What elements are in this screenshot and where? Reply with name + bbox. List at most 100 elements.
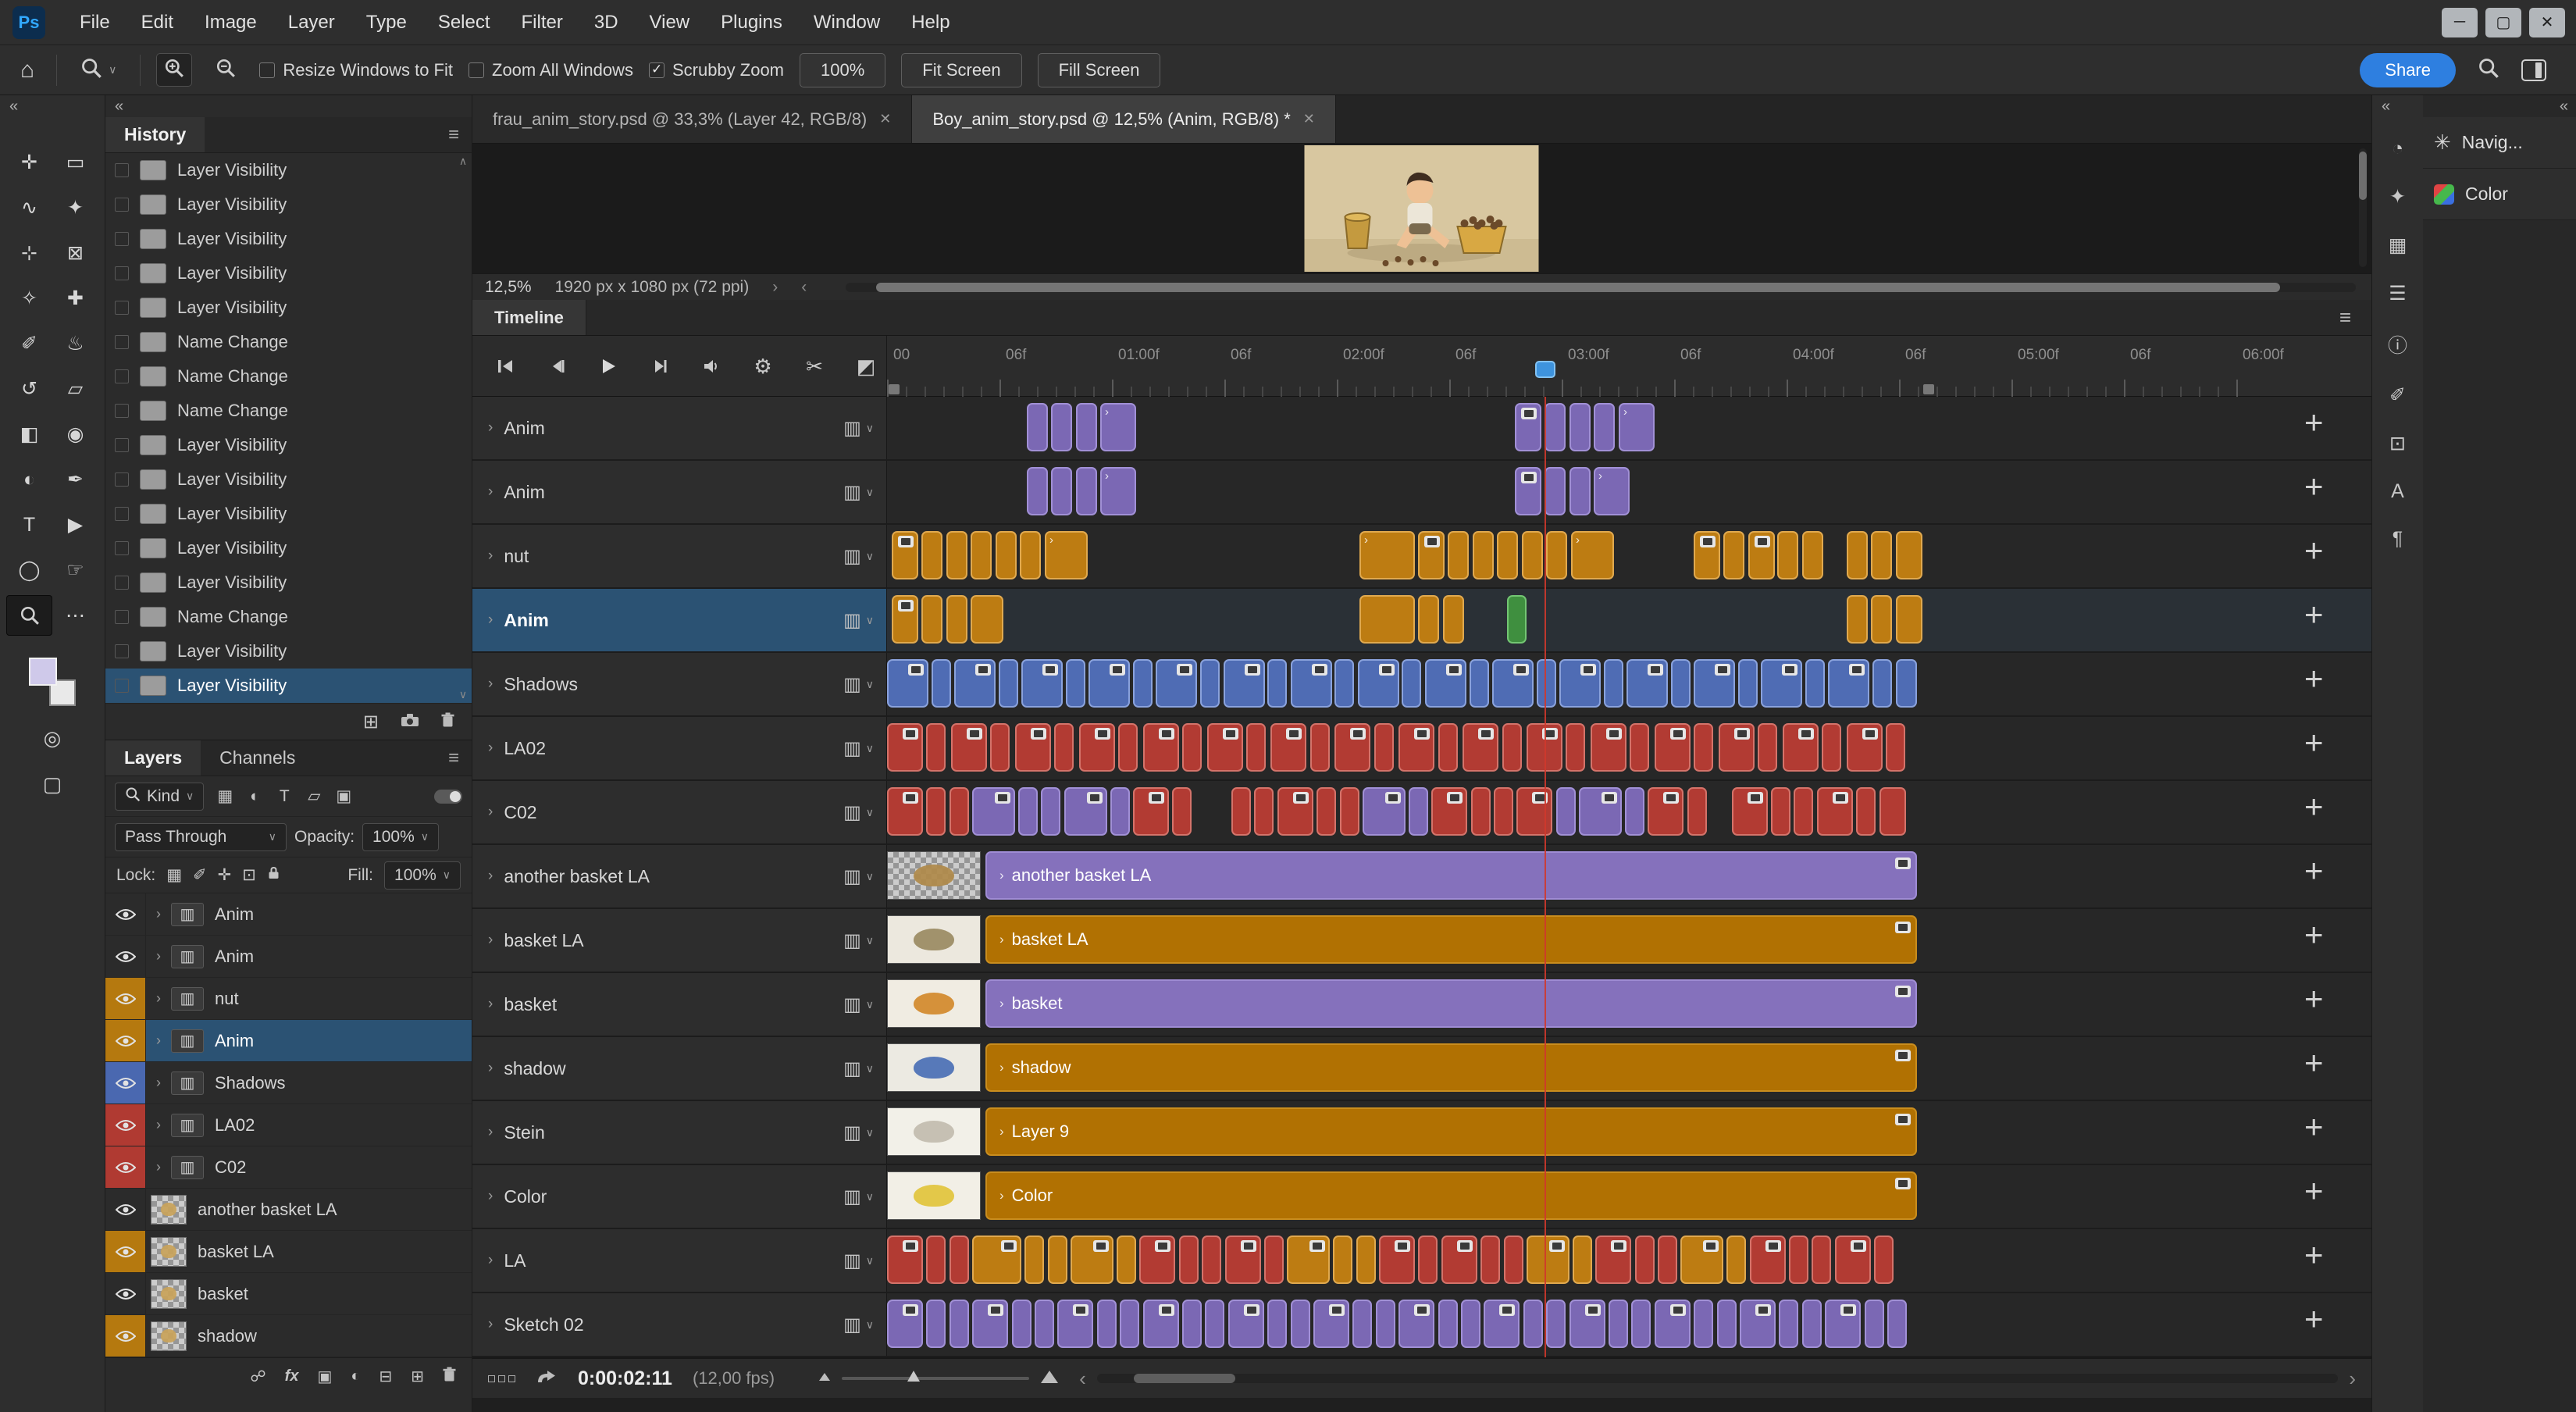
canvas[interactable] xyxy=(472,144,2371,273)
track-header[interactable]: ›Anim▥∨ xyxy=(472,397,886,459)
eyedropper-tool[interactable]: ✧ xyxy=(6,278,52,319)
track-options-dropdown[interactable]: ▥∨ xyxy=(843,609,874,632)
menu-view[interactable]: View xyxy=(634,5,706,40)
timeline-clip[interactable] xyxy=(1777,531,1798,579)
lock-all-icon[interactable] xyxy=(267,865,280,885)
timeline-clip[interactable] xyxy=(926,1300,946,1348)
timeline-clip[interactable] xyxy=(971,531,992,579)
timeline-clip[interactable] xyxy=(1172,787,1192,836)
playhead-marker[interactable] xyxy=(1535,361,1555,378)
timeline-clip[interactable]: › xyxy=(1100,467,1136,515)
timeline-clip[interactable] xyxy=(892,595,918,644)
add-media-button[interactable]: + xyxy=(2304,1239,2324,1271)
timeline-clip[interactable] xyxy=(1545,403,1566,451)
timeline-clip[interactable] xyxy=(1461,1300,1480,1348)
timeline-clip[interactable] xyxy=(1717,1300,1737,1348)
timeline-clip[interactable] xyxy=(1076,467,1097,515)
zoom-all-windows-checkbox[interactable]: Zoom All Windows xyxy=(469,60,633,80)
timeline-clip[interactable] xyxy=(1205,1300,1224,1348)
timeline-clip[interactable] xyxy=(1027,403,1048,451)
fit-screen-button[interactable]: Fit Screen xyxy=(901,53,1021,87)
history-panel-icon[interactable]: ◔ xyxy=(2382,137,2414,160)
tab-channels[interactable]: Channels xyxy=(201,740,314,776)
close-icon[interactable]: ✕ xyxy=(1303,111,1315,127)
layer-row[interactable]: basket xyxy=(105,1273,472,1315)
zoom-tool-preset[interactable]: ∨ xyxy=(73,52,124,87)
timeline-clip[interactable] xyxy=(1463,723,1498,772)
timeline-clip[interactable] xyxy=(1438,723,1458,772)
timeline-clip[interactable] xyxy=(1812,1236,1831,1284)
timeline-clip[interactable] xyxy=(1041,787,1060,836)
timeline-clip[interactable] xyxy=(1556,787,1576,836)
timeline-clip[interactable] xyxy=(1443,595,1464,644)
timeline-clip[interactable]: › xyxy=(1045,531,1088,579)
timeline-clip[interactable] xyxy=(1207,723,1243,772)
timeline-clip[interactable] xyxy=(1687,787,1707,836)
timeline-clip[interactable] xyxy=(1471,787,1491,836)
history-source-checkbox[interactable] xyxy=(115,644,129,658)
timeline-clip[interactable] xyxy=(1118,723,1138,772)
timeline-clip[interactable] xyxy=(996,531,1017,579)
timeline-clip[interactable] xyxy=(1680,1236,1723,1284)
timeline-clip[interactable] xyxy=(1064,787,1107,836)
layer-visibility-eye-icon[interactable] xyxy=(105,978,146,1019)
track-options-dropdown[interactable]: ▥∨ xyxy=(843,1250,874,1272)
history-state[interactable]: Layer Visibility xyxy=(105,634,472,669)
lock-artboard-icon[interactable]: ⊡ xyxy=(242,865,256,885)
menu-image[interactable]: Image xyxy=(189,5,273,40)
minimize-button[interactable]: ─ xyxy=(2442,8,2478,37)
track-thumbnail[interactable] xyxy=(887,1107,981,1156)
timeline-clip[interactable] xyxy=(1802,531,1823,579)
timeline-clip[interactable] xyxy=(1287,1236,1330,1284)
timeline-clip[interactable] xyxy=(1492,659,1534,708)
timeline-clip[interactable] xyxy=(1340,787,1359,836)
timeline-clip[interactable] xyxy=(1376,1300,1395,1348)
healing-brush-tool[interactable]: ✚ xyxy=(52,278,98,319)
timeline-clip[interactable] xyxy=(1035,1300,1054,1348)
track-header[interactable]: ›another basket LA▥∨ xyxy=(472,845,886,907)
history-state[interactable]: Layer Visibility xyxy=(105,187,472,222)
history-state[interactable]: Layer Visibility xyxy=(105,531,472,565)
previous-frame-button[interactable] xyxy=(543,349,571,383)
timeline-clip[interactable] xyxy=(972,1300,1008,1348)
history-state[interactable]: Layer Visibility xyxy=(105,222,472,256)
track-header[interactable]: ›Sketch 02▥∨ xyxy=(472,1293,886,1356)
adjustment-layer-icon[interactable]: ◐ xyxy=(351,1367,360,1385)
layer-visibility-eye-icon[interactable] xyxy=(105,1273,146,1314)
timeline-clip[interactable] xyxy=(1473,531,1494,579)
layer-effects-icon[interactable]: fx xyxy=(285,1367,299,1385)
timeline-clip[interactable] xyxy=(1879,787,1906,836)
add-media-button[interactable]: + xyxy=(2304,406,2324,439)
timeline-clip[interactable] xyxy=(1502,723,1522,772)
timeline-clip[interactable] xyxy=(950,1236,969,1284)
track-content[interactable]: ›another basket LA+ xyxy=(886,845,2371,907)
timeline-clip[interactable] xyxy=(950,1300,969,1348)
track-options-dropdown[interactable]: ▥∨ xyxy=(843,1121,874,1144)
brush-settings-panel-icon[interactable]: ✐ xyxy=(2382,383,2414,407)
add-media-button[interactable]: + xyxy=(2304,1047,2324,1079)
track-options-dropdown[interactable]: ▥∨ xyxy=(843,545,874,568)
ellipse-tool[interactable]: ◯ xyxy=(6,550,52,590)
timeline-clip[interactable] xyxy=(1694,659,1735,708)
maximize-button[interactable]: ▢ xyxy=(2485,8,2521,37)
track-content[interactable]: + xyxy=(886,589,2371,651)
track-header[interactable]: ›Color▥∨ xyxy=(472,1165,886,1228)
track-thumbnail[interactable] xyxy=(887,979,981,1028)
add-media-button[interactable]: + xyxy=(2304,662,2324,695)
timeline-clip[interactable] xyxy=(1569,1300,1605,1348)
layer-visibility-eye-icon[interactable] xyxy=(105,1231,146,1272)
track-content[interactable]: ›shadow+ xyxy=(886,1037,2371,1100)
chevron-right-icon[interactable]: › xyxy=(488,1316,493,1333)
timeline-clip[interactable] xyxy=(1117,1236,1136,1284)
timeline-clip[interactable] xyxy=(1231,787,1251,836)
status-chevron-icon[interactable]: ‹ xyxy=(801,278,807,297)
zoom-tool[interactable] xyxy=(6,595,52,636)
timeline-clip[interactable] xyxy=(1537,659,1556,708)
timeline-clip[interactable]: › xyxy=(1100,403,1136,451)
track-content[interactable]: ›Layer 9+ xyxy=(886,1101,2371,1164)
collapse-panel-icon[interactable]: « xyxy=(2372,95,2390,117)
timeline-clip[interactable]: › xyxy=(1359,531,1415,579)
timeline-clip[interactable] xyxy=(1291,659,1332,708)
history-state[interactable]: Layer Visibility xyxy=(105,153,472,187)
timeline-clip[interactable] xyxy=(1267,1300,1287,1348)
